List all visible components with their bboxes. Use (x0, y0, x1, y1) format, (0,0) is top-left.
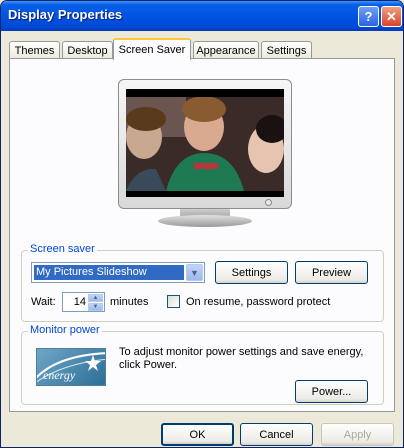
photo-image (126, 97, 284, 191)
help-icon: ? (364, 9, 373, 24)
screen-saver-select-value: My Pictures Slideshow (34, 265, 184, 280)
wait-label: Wait: (31, 296, 56, 308)
energy-logo-text: energy (43, 368, 76, 382)
preview-button[interactable]: Preview (295, 261, 368, 284)
window-title: Display Properties (8, 7, 123, 22)
tab-themes[interactable]: Themes (9, 41, 60, 59)
help-button[interactable]: ? (358, 6, 379, 27)
monitor-stand-base (158, 215, 252, 227)
energy-star-logo: energy (36, 348, 106, 386)
close-button[interactable]: ✕ (381, 6, 402, 27)
screen-saver-group: Screen saver My Pictures Slideshow ▼ Set… (21, 243, 384, 322)
tab-appearance[interactable]: Appearance (193, 41, 259, 59)
display-properties-window: Display Properties ? ✕ Themes Desktop Sc… (0, 0, 404, 448)
dropdown-arrow-icon[interactable]: ▼ (186, 264, 203, 281)
password-protect-checkbox[interactable] (167, 295, 180, 308)
monitor-power-group: Monitor power energy To adjust monitor p… (21, 324, 384, 405)
tab-settings[interactable]: Settings (261, 41, 312, 59)
ok-button[interactable]: OK (161, 423, 234, 446)
tab-screen-saver[interactable]: Screen Saver (113, 38, 191, 60)
monitor-power-led (265, 199, 272, 206)
preview-screen (126, 89, 284, 197)
screen-saver-select[interactable]: My Pictures Slideshow ▼ (31, 262, 205, 283)
close-icon: ✕ (386, 8, 397, 24)
energy-star-graphic: energy (37, 352, 105, 383)
minutes-label: minutes (110, 296, 149, 308)
slideshow-photo (126, 97, 284, 191)
title-bar[interactable]: Display Properties ? ✕ (1, 1, 403, 31)
monitor-power-description: To adjust monitor power settings and sav… (119, 346, 364, 371)
spin-up-icon[interactable]: ▲ (88, 294, 103, 302)
power-button[interactable]: Power... (295, 380, 368, 403)
screen-saver-panel: Screen saver My Pictures Slideshow ▼ Set… (9, 58, 395, 412)
settings-button[interactable]: Settings (215, 261, 288, 284)
cancel-button[interactable]: Cancel (240, 423, 313, 446)
apply-button[interactable]: Apply (321, 423, 394, 446)
monitor-power-group-label: Monitor power (28, 324, 102, 336)
screen-saver-group-label: Screen saver (28, 243, 97, 255)
tab-desktop[interactable]: Desktop (62, 41, 113, 59)
monitor-preview (118, 79, 292, 209)
wait-minutes-spinner[interactable]: 14 ▲ ▼ (62, 292, 105, 312)
wait-minutes-value: 14 (73, 296, 86, 308)
password-protect-label[interactable]: On resume, password protect (186, 296, 330, 308)
spin-down-icon[interactable]: ▼ (88, 303, 103, 311)
